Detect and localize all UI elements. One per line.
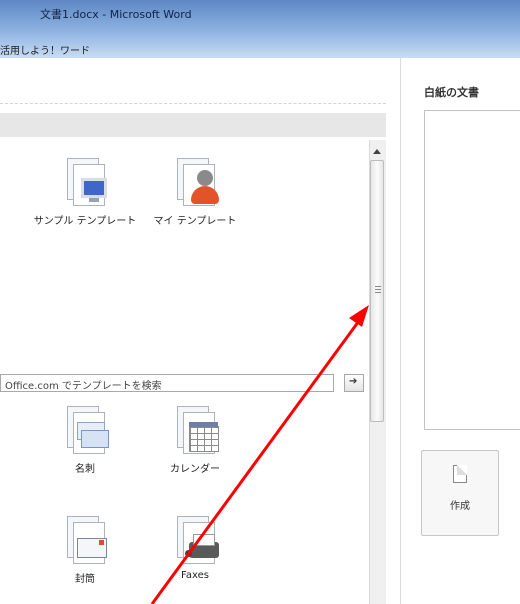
calendar-label: カレンダー xyxy=(170,464,220,475)
my-templates-item[interactable]: マイ テンプレート xyxy=(140,156,250,227)
window-title-bar: 文書1.docx - Microsoft Word 活用しよう！ワード xyxy=(0,0,520,58)
scroll-up-arrow-icon[interactable] xyxy=(371,146,383,158)
fax-icon xyxy=(173,514,219,566)
search-go-button[interactable] xyxy=(344,374,364,392)
envelope-item[interactable]: 封筒 xyxy=(30,514,140,585)
document-preview xyxy=(424,110,520,430)
sample-templates-item[interactable]: サンプル テンプレート xyxy=(30,156,140,227)
business-card-label: 名刺 xyxy=(75,464,95,475)
business-card-icon xyxy=(63,404,109,456)
create-button[interactable]: 作成 xyxy=(421,450,499,536)
user-document-icon xyxy=(173,156,219,208)
faxes-item[interactable]: Faxes xyxy=(140,514,250,581)
calendar-icon xyxy=(173,404,219,456)
window-title: 文書1.docx - Microsoft Word xyxy=(40,8,192,21)
calendar-item[interactable]: カレンダー xyxy=(140,404,250,475)
blank-document-icon xyxy=(453,465,467,483)
preview-title: 白紙の文書 xyxy=(424,86,479,99)
sample-templates-label: サンプル テンプレート xyxy=(33,216,137,227)
ribbon-subtitle: 活用しよう！ワード xyxy=(0,46,90,57)
envelope-label: 封筒 xyxy=(75,574,95,585)
faxes-label: Faxes xyxy=(181,570,209,581)
panel-separator xyxy=(0,103,386,104)
template-section-header xyxy=(0,113,386,137)
computer-document-icon xyxy=(63,156,107,208)
create-label: 作成 xyxy=(450,501,470,512)
template-search-input[interactable]: Office.com でテンプレートを検索 xyxy=(0,374,334,392)
scroll-grip-icon xyxy=(375,286,381,293)
business-card-item[interactable]: 名刺 xyxy=(30,404,140,475)
my-templates-label: マイ テンプレート xyxy=(153,216,237,227)
envelope-icon xyxy=(63,514,107,566)
